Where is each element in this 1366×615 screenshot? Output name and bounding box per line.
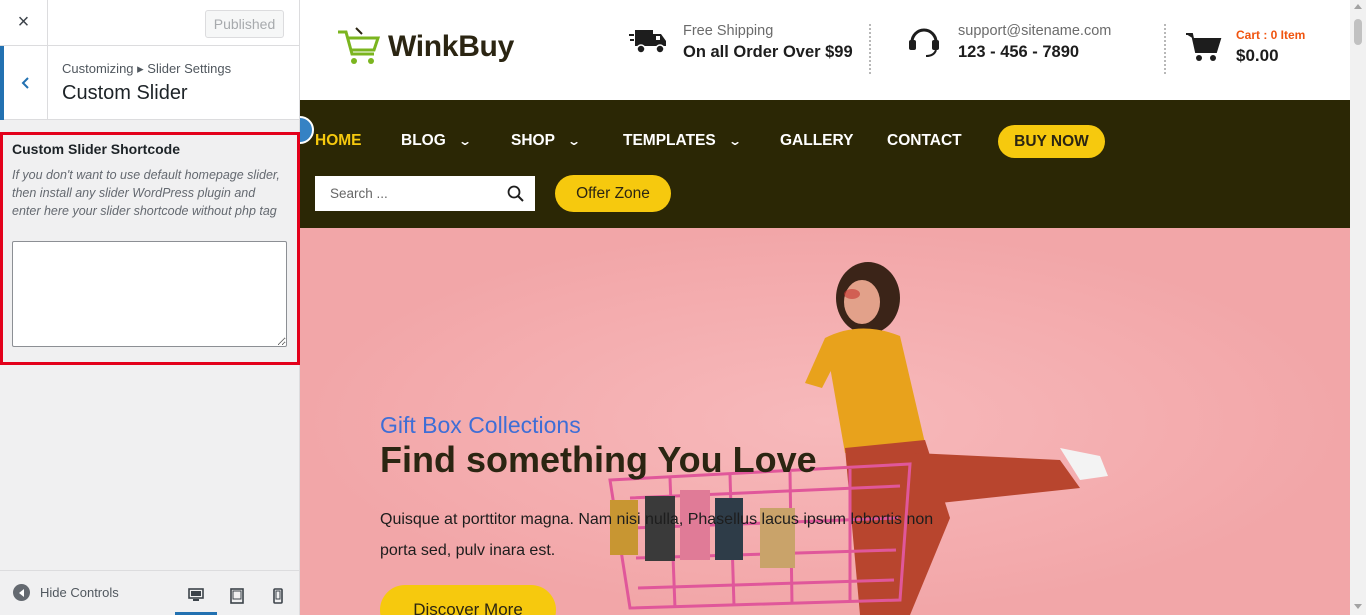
hero-text: Quisque at porttitor magna. Nam nisi nul…: [380, 511, 934, 559]
shipping-info: Free Shipping On all Order Over $99: [629, 22, 853, 63]
scroll-down-arrow-icon[interactable]: [1354, 604, 1362, 609]
shopping-cart-logo-icon: [338, 27, 381, 64]
buy-now-button[interactable]: BUY NOW: [998, 125, 1105, 158]
site-preview: WinkBuy Free Shipping On all Order Over …: [300, 0, 1366, 615]
tablet-icon: [230, 588, 244, 604]
cart-total: $0.00: [1236, 46, 1279, 65]
control-title: Custom Slider Shortcode: [12, 141, 181, 157]
nav-blog[interactable]: BLOG ⌄: [401, 132, 472, 150]
hide-controls-label: Hide Controls: [40, 585, 119, 600]
cart-icon: [1186, 33, 1222, 61]
slider-shortcode-textarea[interactable]: [12, 241, 287, 347]
nav-shop[interactable]: SHOP ⌄: [511, 132, 582, 150]
custom-slider-shortcode-control: Custom Slider Shortcode If you don't wan…: [0, 132, 300, 365]
chevron-down-icon: ⌄: [566, 134, 582, 148]
published-button[interactable]: Published: [205, 10, 284, 38]
scroll-up-arrow-icon[interactable]: [1354, 4, 1362, 9]
cart-count: Cart : 0 Item: [1236, 28, 1306, 42]
edit-shortcut-icon[interactable]: [300, 116, 314, 144]
scrollbar-thumb[interactable]: [1354, 19, 1362, 45]
site-logo[interactable]: WinkBuy: [336, 26, 514, 68]
hero-slider: Gift Box Collections Find something You …: [300, 228, 1350, 615]
search-input[interactable]: [315, 177, 495, 210]
nav-home[interactable]: HOME: [315, 132, 362, 150]
section-title: Custom Slider: [62, 82, 188, 104]
cart-widget[interactable]: Cart : 0 Item $0.00: [1186, 28, 1305, 66]
nav-gallery[interactable]: GALLERY: [780, 132, 853, 150]
search-form: [315, 176, 535, 211]
divider: [1164, 24, 1166, 74]
section-header: Customizing ▸ Slider Settings Custom Sli…: [0, 46, 299, 120]
nav-contact[interactable]: CONTACT: [887, 132, 962, 150]
nav-blog-label: BLOG: [401, 132, 446, 149]
chevron-down-icon: ⌄: [457, 134, 472, 148]
support-email[interactable]: support@sitename.com: [958, 23, 1111, 39]
divider: [869, 24, 871, 74]
hero-title: Find something You Love: [380, 439, 817, 480]
shipping-line1: Free Shipping: [683, 23, 774, 39]
tablet-preview-button[interactable]: [216, 577, 258, 615]
offer-zone-button[interactable]: Offer Zone: [555, 175, 671, 212]
main-navigation: HOME BLOG ⌄ SHOP ⌄ TEMPLATES ⌄ GALLERY C…: [300, 100, 1350, 228]
chevron-down-icon: ⌄: [727, 134, 742, 148]
nav-templates[interactable]: TEMPLATES ⌄: [623, 132, 742, 150]
mobile-preview-button[interactable]: [257, 577, 299, 615]
discover-more-button[interactable]: Discover More: [380, 585, 556, 615]
hide-controls-button[interactable]: Hide Controls: [13, 584, 119, 601]
customizer-header: × Published: [0, 0, 299, 46]
control-description: If you don't want to use default homepag…: [12, 168, 280, 218]
headset-icon: [904, 22, 944, 63]
preview-scrollbar[interactable]: [1350, 0, 1366, 615]
site-topbar: WinkBuy Free Shipping On all Order Over …: [300, 0, 1350, 100]
breadcrumb: Customizing ▸ Slider Settings: [62, 61, 232, 76]
chevron-left-icon: [21, 77, 29, 89]
nav-shop-label: SHOP: [511, 132, 555, 149]
delivery-truck-icon: [629, 22, 669, 63]
logo-text: WinkBuy: [388, 30, 514, 63]
search-icon[interactable]: [507, 185, 524, 202]
back-button[interactable]: [0, 46, 48, 120]
support-phone[interactable]: 123 - 456 - 7890: [958, 43, 1111, 62]
mobile-icon: [273, 588, 283, 604]
customizer-footer: Hide Controls: [0, 570, 299, 615]
collapse-icon: [13, 584, 30, 601]
shipping-line2: On all Order Over $99: [683, 43, 853, 61]
support-info: support@sitename.com 123 - 456 - 7890: [904, 22, 1111, 63]
desktop-preview-button[interactable]: [175, 577, 217, 615]
close-customizer-button[interactable]: ×: [0, 0, 48, 45]
nav-templates-label: TEMPLATES: [623, 132, 716, 149]
hero-subtitle: Gift Box Collections: [380, 412, 581, 438]
desktop-icon: [188, 587, 204, 601]
customizer-sidebar: × Published Customizing ▸ Slider Setting…: [0, 0, 300, 615]
